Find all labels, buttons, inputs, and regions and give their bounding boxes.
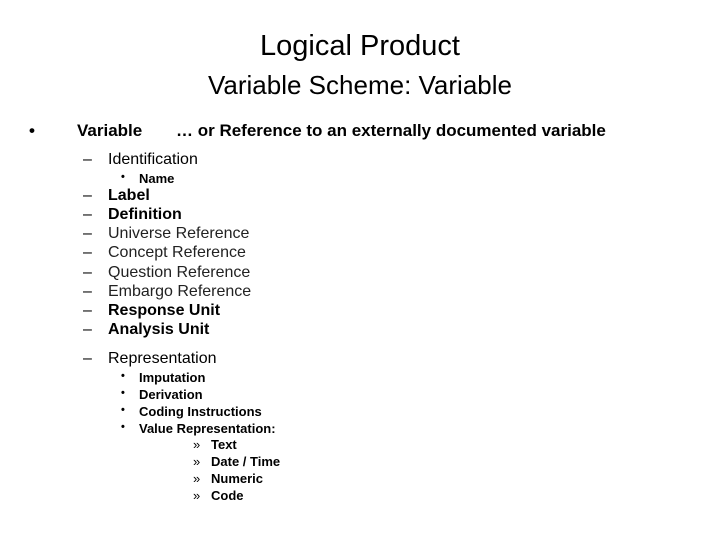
chevron-icon: »: [193, 437, 201, 452]
dash-icon: –: [83, 244, 92, 261]
analysis-unit-item: Analysis Unit: [108, 321, 210, 338]
dash-icon: –: [83, 302, 92, 319]
bullet-icon: •: [29, 121, 35, 140]
label-item: Label: [108, 187, 150, 204]
dash-icon: –: [83, 225, 92, 242]
slide-subtitle: Variable Scheme: Variable: [208, 70, 512, 100]
main-bullet-label: Variable: [77, 121, 143, 140]
dash-icon: –: [83, 187, 92, 204]
bullet-icon: •: [121, 404, 125, 416]
definition-item: Definition: [108, 206, 182, 223]
dash-icon: –: [83, 206, 92, 223]
bullet-icon: •: [121, 370, 125, 382]
embargo-reference-item: Embargo Reference: [108, 283, 252, 300]
concept-reference-item: Concept Reference: [108, 244, 246, 261]
chevron-icon: »: [193, 471, 201, 486]
imputation-item: Imputation: [139, 370, 206, 385]
main-bullet-note: … or Reference to an externally document…: [176, 121, 606, 140]
value-type-numeric: Numeric: [211, 471, 264, 486]
dash-icon: –: [83, 321, 92, 338]
dash-icon: –: [83, 151, 92, 168]
name-item: Name: [139, 171, 175, 186]
value-type-date-time: Date / Time: [211, 454, 281, 469]
value-type-code: Code: [211, 488, 244, 503]
chevron-icon: »: [193, 454, 201, 469]
slide-title: Logical Product: [260, 30, 460, 62]
response-unit-item: Response Unit: [108, 302, 221, 319]
dash-icon: –: [83, 264, 92, 281]
question-reference-item: Question Reference: [108, 264, 251, 281]
dash-icon: –: [83, 350, 92, 367]
value-representation-item: Value Representation:: [139, 421, 276, 436]
value-type-text: Text: [211, 437, 237, 452]
coding-instructions-item: Coding Instructions: [139, 404, 262, 419]
bullet-icon: •: [121, 171, 125, 183]
bullet-icon: •: [121, 387, 125, 399]
universe-reference-item: Universe Reference: [108, 225, 250, 242]
identification-label: Identification: [108, 151, 198, 168]
dash-icon: –: [83, 283, 92, 300]
chevron-icon: »: [193, 488, 201, 503]
representation-label: Representation: [108, 350, 217, 367]
bullet-icon: •: [121, 421, 125, 433]
derivation-item: Derivation: [139, 387, 203, 402]
